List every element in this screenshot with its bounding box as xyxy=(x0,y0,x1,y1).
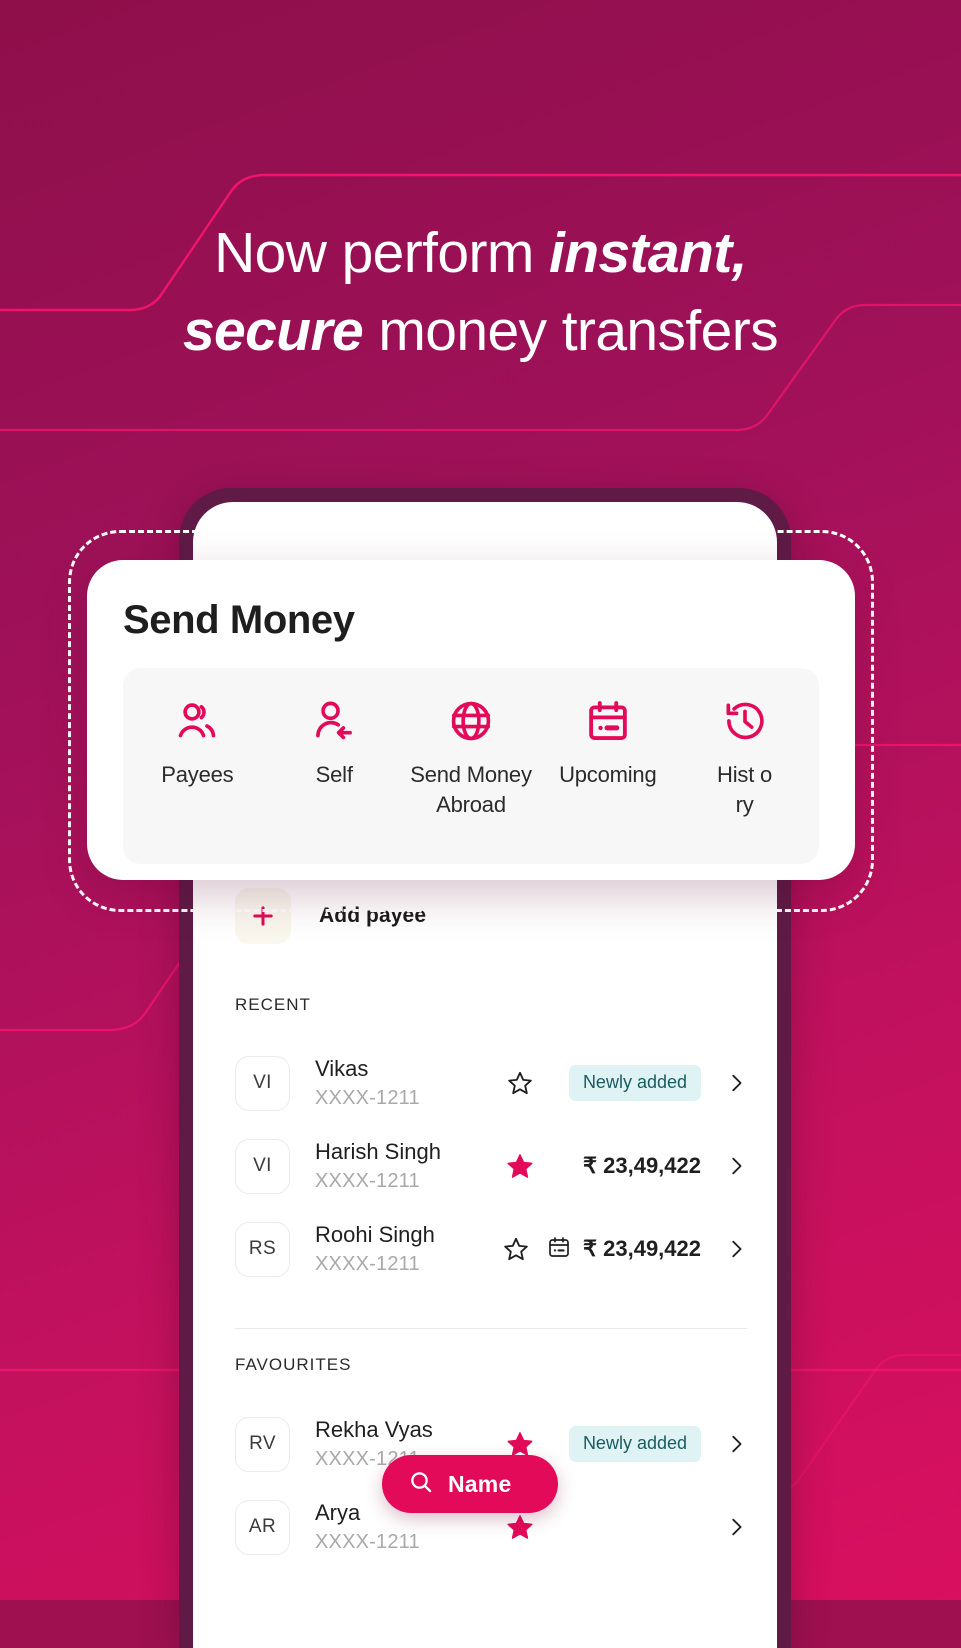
send-money-card: Send Money Payees Self Send Money Abroad… xyxy=(87,560,855,880)
search-name-pill[interactable]: Name xyxy=(382,1455,558,1513)
star-filled-icon[interactable] xyxy=(489,1430,551,1458)
section-heading-recent: RECENT xyxy=(235,995,311,1014)
payee-info: Roohi Singh XXXX-1211 xyxy=(315,1220,485,1279)
star-filled-icon[interactable] xyxy=(489,1152,551,1180)
avatar: RS xyxy=(235,1221,290,1277)
avatar: VI xyxy=(235,1055,290,1111)
tab-label: Send Money Abroad xyxy=(410,762,532,817)
payee-name: Vikas xyxy=(315,1055,369,1081)
payee-account: XXXX-1211 xyxy=(315,1086,420,1109)
hero-headline: Now perform instant, secure money transfe… xyxy=(0,214,961,370)
payee-account: XXXX-1211 xyxy=(315,1530,420,1553)
headline-emphasis-2: secure xyxy=(182,299,364,363)
tab-label: Upcoming xyxy=(559,762,657,787)
star-outline-icon[interactable] xyxy=(485,1236,547,1262)
payee-account: XXXX-1211 xyxy=(315,1252,420,1275)
amount-value: ₹ 23,49,422 xyxy=(583,1236,701,1261)
page-title: Send Money xyxy=(123,598,355,642)
search-icon xyxy=(408,1469,434,1500)
chevron-right-icon[interactable] xyxy=(701,1072,747,1094)
row-actions: ₹ 23,49,422 xyxy=(489,1130,747,1202)
table-row[interactable]: VI Vikas XXXX-1211 Newly added xyxy=(235,1047,747,1119)
star-outline-icon[interactable] xyxy=(489,1070,551,1096)
avatar: VI xyxy=(235,1138,290,1194)
chevron-right-icon[interactable] xyxy=(701,1238,747,1260)
row-amount: ₹ 23,49,422 xyxy=(551,1153,701,1179)
table-row[interactable]: VI Harish Singh XXXX-1211 ₹ 23,49,422 xyxy=(235,1130,747,1202)
status-badge: Newly added xyxy=(568,1426,701,1462)
headline-text-1: Now perform xyxy=(214,221,549,285)
tab-self[interactable]: Self xyxy=(266,698,403,790)
payee-info: Vikas XXXX-1211 xyxy=(315,1054,489,1113)
tab-upcoming[interactable]: Upcoming xyxy=(539,698,676,790)
payee-name: Roohi Singh xyxy=(315,1221,435,1247)
tab-payees[interactable]: Payees xyxy=(129,698,266,790)
row-amount: ₹ 23,49,422 xyxy=(547,1235,701,1264)
row-status: Newly added xyxy=(551,1065,701,1101)
tab-send-money-abroad[interactable]: Send Money Abroad xyxy=(403,698,540,820)
payee-info: Harish Singh XXXX-1211 xyxy=(315,1137,489,1196)
chevron-right-icon[interactable] xyxy=(701,1516,747,1538)
payee-name: Rekha Vyas xyxy=(315,1416,433,1442)
section-divider xyxy=(235,1328,747,1329)
table-row[interactable]: RS Roohi Singh XXXX-1211 ₹ 23,49,422 xyxy=(235,1213,747,1285)
search-pill-label: Name xyxy=(448,1470,512,1497)
headline-text-2: money transfers xyxy=(363,299,779,363)
row-actions: Newly added xyxy=(489,1047,747,1119)
avatar: AR xyxy=(235,1499,290,1555)
calendar-icon xyxy=(547,1235,571,1264)
chevron-right-icon[interactable] xyxy=(701,1155,747,1177)
chevron-right-icon[interactable] xyxy=(701,1433,747,1455)
quick-actions-tabstrip: Payees Self Send Money Abroad Upcoming H… xyxy=(123,668,819,864)
avatar: RV xyxy=(235,1416,290,1472)
calendar-icon xyxy=(585,698,631,744)
status-badge: Newly added xyxy=(568,1065,701,1101)
row-actions: ₹ 23,49,422 xyxy=(485,1213,747,1285)
tab-label: Payees xyxy=(161,762,234,787)
tab-history[interactable]: Hist ory xyxy=(676,698,813,820)
payee-account: XXXX-1211 xyxy=(315,1169,420,1192)
tab-label: Self xyxy=(315,762,353,787)
payee-name: Harish Singh xyxy=(315,1138,441,1164)
amount-value: ₹ 23,49,422 xyxy=(583,1153,701,1178)
row-status: Newly added xyxy=(551,1426,701,1462)
people-icon xyxy=(174,698,220,744)
star-filled-icon[interactable] xyxy=(489,1513,551,1541)
section-heading-favourites: FAVOURITES xyxy=(235,1355,352,1374)
person-arrow-icon xyxy=(311,698,357,744)
globe-icon xyxy=(448,698,494,744)
tab-label: Hist ory xyxy=(717,762,773,817)
headline-emphasis-1: instant, xyxy=(549,221,747,285)
history-icon xyxy=(722,698,768,744)
